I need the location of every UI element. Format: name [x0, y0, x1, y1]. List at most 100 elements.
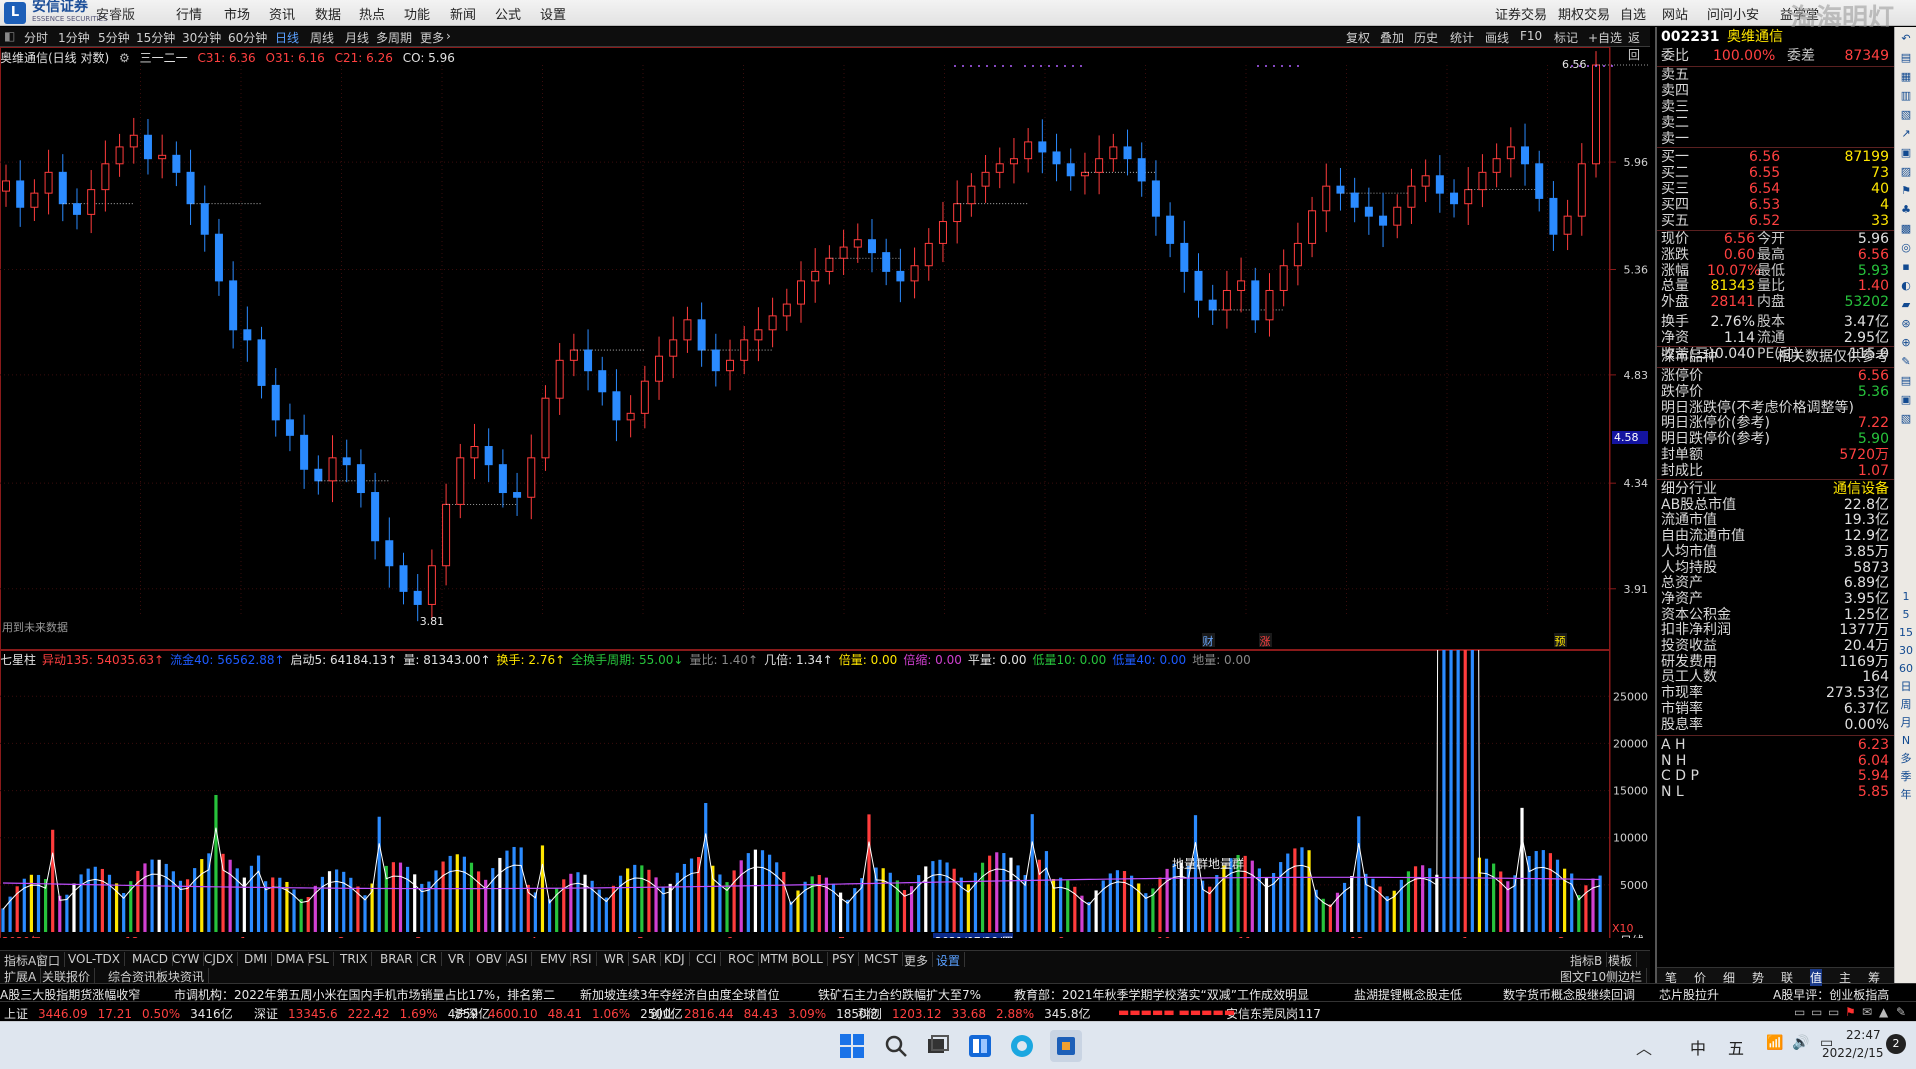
news-item-2[interactable]: 新加坡连续3年夺经济自由度全球首位 [580, 986, 780, 1001]
status-icon-1[interactable]: ▭ [1811, 1005, 1822, 1019]
status-icon-6[interactable]: ✎ [1896, 1005, 1906, 1019]
toolbar-icon-15[interactable]: ⊛ [1898, 316, 1914, 332]
tab-timeshare[interactable]: 分时 [24, 29, 48, 46]
weekday-indicator[interactable]: 五 [1728, 1035, 1744, 1059]
wifi-icon[interactable]: 📶 [1766, 1035, 1783, 1051]
widgets-icon[interactable] [964, 1030, 996, 1062]
indicator-tab-25[interactable]: MCST [860, 952, 903, 966]
news-item-7[interactable]: 芯片股拉升 [1659, 986, 1719, 1001]
side-tab-1[interactable]: 价 [1694, 969, 1706, 986]
edge-browser-icon[interactable] [1006, 1030, 1038, 1062]
indicator-tab-16[interactable]: RSI [568, 952, 597, 966]
indicator-tab-24[interactable]: PSY [828, 952, 860, 966]
toolbar-icon-10[interactable]: ▩ [1898, 221, 1914, 237]
indicator-tab-18[interactable]: SAR [628, 952, 662, 966]
index-3[interactable]: 创业 2816.44 84.43 3.09% 1850亿 [650, 1005, 889, 1022]
menu-item-info[interactable]: 资讯 [269, 4, 295, 23]
toolbar-icon-8[interactable]: ⚑ [1898, 183, 1914, 199]
indicator-tab-21[interactable]: ROC [724, 952, 760, 966]
toolbar-icon-1[interactable]: ▤ [1898, 50, 1914, 66]
news-item-5[interactable]: 盐湖提锂概念股走低 [1354, 986, 1462, 1001]
status-icon-4[interactable]: ✉ [1862, 1005, 1872, 1019]
status-icon-0[interactable]: ▭ [1794, 1005, 1805, 1019]
news-item-4[interactable]: 教育部：2021年秋季学期学校落实“双减”工作成效明显 [1014, 986, 1309, 1001]
toolbar-icon-11[interactable]: ◎ [1898, 240, 1914, 256]
tab-30min[interactable]: 30分钟 [182, 29, 221, 46]
toolbar-icon-16[interactable]: ⊕ [1898, 335, 1914, 351]
period-shortcut-0[interactable]: 年 [1898, 787, 1914, 803]
tab-5min[interactable]: 5分钟 [98, 29, 130, 46]
tab-weekly[interactable]: 周线 [310, 29, 334, 46]
tab-monthly[interactable]: 月线 [345, 29, 369, 46]
trading-app-taskbar-icon[interactable] [1050, 1030, 1082, 1062]
menu-item-website[interactable]: 网站 [1662, 4, 1688, 23]
toolbar-icon-19[interactable]: ▣ [1898, 392, 1914, 408]
toolbar-icon-14[interactable]: ▰ [1898, 297, 1914, 313]
period-shortcut-6[interactable]: 日 [1898, 679, 1914, 695]
button-f10[interactable]: F10 [1520, 29, 1542, 43]
indicator-tab-13[interactable]: OBV [472, 952, 507, 966]
indicator-tab-15[interactable]: EMV [536, 952, 572, 966]
indicator-tab-23[interactable]: BOLL [788, 952, 828, 966]
toolbar-icon-18[interactable]: ▤ [1898, 373, 1914, 389]
indicator-tab-20[interactable]: CCI [692, 952, 722, 966]
menu-item-hotspot[interactable]: 热点 [359, 4, 385, 23]
toolbar-icon-3[interactable]: ▥ [1898, 88, 1914, 104]
panel-toggle-icon[interactable]: ◧ [4, 29, 15, 43]
period-shortcut-4[interactable]: 月 [1898, 715, 1914, 731]
period-shortcut-7[interactable]: 60 [1898, 661, 1914, 677]
news-item-3[interactable]: 铁矿石主力合约跌幅扩大至7% [818, 986, 981, 1001]
side-tab-2[interactable]: 细 [1723, 969, 1735, 986]
menu-item-options-trade[interactable]: 期权交易 [1558, 4, 1610, 23]
toolbar-icon-13[interactable]: ◐ [1898, 278, 1914, 294]
menu-item-market[interactable]: 行情 [176, 4, 202, 23]
menu-item-securities-trade[interactable]: 证券交易 [1495, 4, 1547, 23]
tab-1min[interactable]: 1分钟 [58, 29, 90, 46]
period-shortcut-1[interactable]: 季 [1898, 769, 1914, 785]
indicator-tab-6[interactable]: DMI [240, 952, 273, 966]
news-item-0[interactable]: A股三大股指期货涨幅收窄 [0, 986, 140, 1001]
period-shortcut-8[interactable]: 30 [1898, 643, 1914, 659]
button-restore-rights[interactable]: 复权 [1346, 29, 1370, 46]
indicator-tab-5[interactable]: CJDX [200, 952, 239, 966]
side-tab-7[interactable]: 筹 [1868, 969, 1880, 986]
index-0[interactable]: 上证 3446.09 17.21 0.50% 3416亿 [4, 1005, 243, 1022]
search-icon[interactable] [880, 1030, 912, 1062]
period-shortcut-11[interactable]: 1 [1898, 589, 1914, 605]
indicator-tab-8[interactable]: FSL [304, 952, 334, 966]
indicator-tab-4[interactable]: CYW [168, 952, 205, 966]
toolbar-icon-20[interactable]: ▧ [1898, 411, 1914, 427]
news-item-8[interactable]: A股早评：创业板指高 [1773, 986, 1889, 1001]
button-draw-line[interactable]: 画线 [1485, 29, 1509, 46]
tab-15min[interactable]: 15分钟 [136, 29, 175, 46]
tab-60min[interactable]: 60分钟 [228, 29, 267, 46]
indicator-tab-2[interactable]: VOL-TDX [64, 952, 125, 966]
speaker-icon[interactable]: 🔊 [1792, 1035, 1809, 1051]
side-tab-3[interactable]: 势 [1752, 969, 1764, 986]
tab-multi-period[interactable]: 多周期 [376, 29, 412, 46]
index-4[interactable]: 科创 1203.12 33.68 2.88% 345.8亿 [858, 1005, 1100, 1022]
period-shortcut-5[interactable]: 周 [1898, 697, 1914, 713]
windows-start-icon[interactable] [836, 1030, 868, 1062]
chevron-up-icon[interactable]: ︿ [1636, 1035, 1652, 1059]
toolbar-icon-17[interactable]: ✎ [1898, 354, 1914, 370]
side-tab-6[interactable]: 主 [1839, 969, 1851, 986]
volume-chart-panel[interactable]: 七星柱 异动135: 54035.63↑ 流金40: 56562.88↑ 启动5: 6… [0, 650, 1650, 938]
chevron-right-icon[interactable]: › [446, 29, 451, 43]
menu-item-formula[interactable]: 公式 [495, 4, 521, 23]
menu-item-news[interactable]: 新闻 [450, 4, 476, 23]
side-tab-4[interactable]: 联 [1781, 969, 1793, 986]
news-item-6[interactable]: 数字货币概念股继续回调 [1503, 986, 1635, 1001]
toolbar-icon-9[interactable]: ♣ [1898, 202, 1914, 218]
indicator-tab-14[interactable]: ASI [504, 952, 533, 966]
indicator-tab-11[interactable]: CR [416, 952, 442, 966]
period-shortcut-3[interactable]: N [1898, 733, 1914, 749]
period-shortcut-9[interactable]: 15 [1898, 625, 1914, 641]
period-shortcut-2[interactable]: 多 [1898, 751, 1914, 767]
ime-indicator[interactable]: 中 [1690, 1035, 1706, 1059]
toolbar-icon-4[interactable]: ▧ [1898, 107, 1914, 123]
indicator-tab-17[interactable]: WR [600, 952, 630, 966]
menu-item-data[interactable]: 数据 [315, 4, 341, 23]
button-history[interactable]: 历史 [1414, 29, 1438, 46]
indicator-tab-10[interactable]: BRAR [376, 952, 418, 966]
